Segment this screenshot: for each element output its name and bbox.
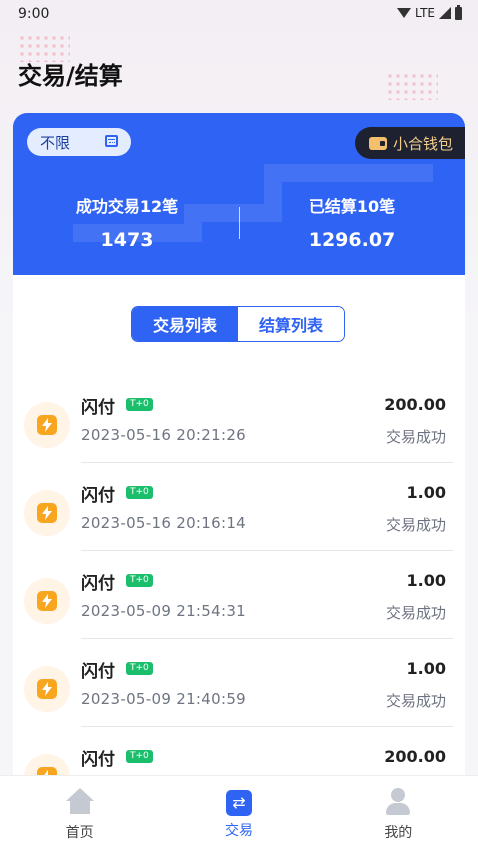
transaction-row[interactable]: 闪付 T+0 1.00 2023-05-09 21:40:59 交易成功 <box>13 639 465 727</box>
battery-icon <box>455 4 462 20</box>
page-title: 交易/结算 <box>18 62 123 90</box>
transaction-amount: 1.00 <box>406 483 446 502</box>
flash-pay-icon-wrap <box>24 490 70 536</box>
flash-pay-icon-wrap <box>24 666 70 712</box>
success-label: 成功交易12笔 <box>75 197 179 216</box>
status-bar: 9:00 LTE <box>0 0 478 30</box>
transaction-name: 闪付 <box>81 662 115 682</box>
transaction-name: 闪付 <box>81 574 115 594</box>
flash-pay-icon-wrap <box>24 578 70 624</box>
wifi-icon <box>397 8 412 18</box>
transaction-amount: 200.00 <box>384 395 446 414</box>
status-icons: LTE <box>397 4 462 20</box>
flash-pay-icon <box>37 591 57 611</box>
nav-mine-label: 我的 <box>384 825 413 841</box>
wallet-button[interactable]: 小合钱包 <box>354 127 465 159</box>
flash-pay-icon <box>37 415 57 435</box>
success-value: 1473 <box>100 229 154 251</box>
success-stat: 成功交易12笔 1473 <box>27 193 227 251</box>
flash-pay-icon <box>37 679 57 699</box>
signal-icon <box>439 7 451 19</box>
tab-transactions[interactable]: 交易列表 <box>132 307 238 341</box>
settled-value: 1296.07 <box>308 229 396 251</box>
transaction-status: 交易成功 <box>385 692 446 710</box>
transaction-time: 2023-05-09 21:40:59 <box>81 690 247 708</box>
status-time: 9:00 <box>18 6 50 22</box>
settlement-badge: T+0 <box>126 574 153 587</box>
user-icon <box>383 788 413 818</box>
list-tab-switch: 交易列表 结算列表 <box>131 306 345 342</box>
transaction-amount: 1.00 <box>406 659 446 678</box>
nav-trade[interactable]: 交易 <box>159 776 318 851</box>
settled-label: 已结算10笔 <box>308 197 396 216</box>
calendar-icon <box>105 135 118 147</box>
date-filter-button[interactable]: 不限 <box>27 128 131 156</box>
wallet-icon <box>368 136 387 150</box>
date-filter-label: 不限 <box>40 133 71 152</box>
flash-pay-icon-wrap <box>24 402 70 448</box>
bottom-nav: 首页 交易 我的 <box>0 775 478 851</box>
transaction-time: 2023-05-16 20:16:14 <box>81 514 247 532</box>
transaction-time: 2023-05-16 20:21:26 <box>81 426 247 444</box>
transaction-amount: 200.00 <box>384 747 446 766</box>
settlement-badge: T+0 <box>126 398 153 411</box>
settlement-badge: T+0 <box>126 662 153 675</box>
transaction-row[interactable]: 闪付 T+0 1.00 2023-05-09 21:54:31 交易成功 <box>13 551 465 639</box>
flash-pay-icon <box>37 503 57 523</box>
transaction-name: 闪付 <box>81 486 115 506</box>
transaction-list-panel: 交易列表 结算列表 闪付 T+0 200.00 2023-05-16 20:21… <box>13 275 465 800</box>
transaction-time: 2023-05-09 21:54:31 <box>81 602 247 620</box>
transaction-row[interactable]: 闪付 T+0 200.00 2023-05-16 20:21:26 交易成功 <box>13 375 465 463</box>
nav-home-label: 首页 <box>65 825 94 841</box>
stat-divider <box>239 207 240 239</box>
settlement-badge: T+0 <box>126 486 153 499</box>
nav-trade-label: 交易 <box>224 823 253 839</box>
tab-settlements[interactable]: 结算列表 <box>238 307 344 341</box>
trade-icon <box>225 790 252 816</box>
transaction-name: 闪付 <box>81 398 115 418</box>
home-icon <box>65 788 95 818</box>
transaction-amount: 1.00 <box>406 571 446 590</box>
transaction-name: 闪付 <box>81 750 115 770</box>
nav-home[interactable]: 首页 <box>0 776 159 851</box>
transaction-row[interactable]: 闪付 T+0 1.00 2023-05-16 20:16:14 交易成功 <box>13 463 465 551</box>
settled-stat: 已结算10笔 1296.07 <box>252 193 452 251</box>
transaction-status: 交易成功 <box>385 604 446 622</box>
summary-card: 不限 小合钱包 成功交易12笔 1473 已结算10笔 1296.07 <box>13 113 465 275</box>
settlement-badge: T+0 <box>126 750 153 763</box>
wallet-label: 小合钱包 <box>392 134 453 153</box>
transaction-status: 交易成功 <box>385 516 446 534</box>
transaction-status: 交易成功 <box>385 428 446 446</box>
network-label: LTE <box>415 6 435 20</box>
nav-mine[interactable]: 我的 <box>319 776 478 851</box>
decorative-dots <box>386 72 438 100</box>
